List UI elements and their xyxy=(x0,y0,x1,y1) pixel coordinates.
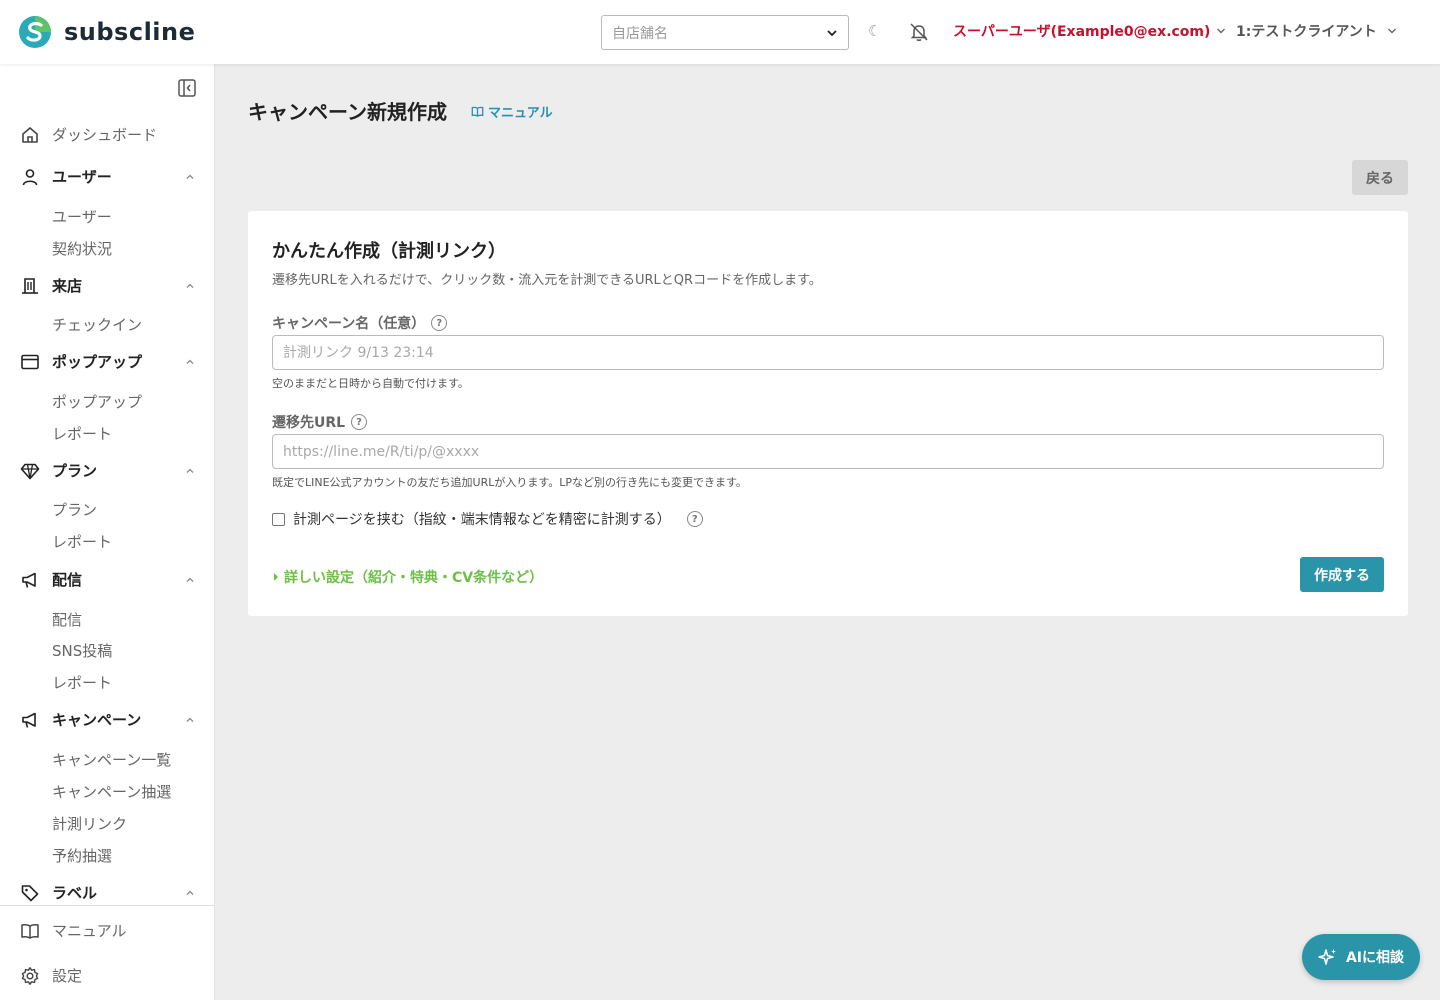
sidebar-section-label: ラベル xyxy=(52,884,98,902)
sidebar-item-popup[interactable]: ポップアップ xyxy=(52,391,142,412)
sidebar-item-delivery-report[interactable]: レポート xyxy=(52,672,112,693)
back-button[interactable]: 戻る xyxy=(1352,160,1408,195)
user-menu-label: スーパーユーザ(Example0@ex.com) xyxy=(953,24,1211,40)
chevron-up-icon xyxy=(186,890,194,895)
sidebar-item-delivery[interactable]: 配信 xyxy=(52,609,82,630)
sidebar-item-campaign-list[interactable]: キャンペーン一覧 xyxy=(52,749,171,770)
megaphone-icon xyxy=(20,710,40,730)
sidebar-item-label: ダッシュボード xyxy=(52,126,158,144)
advanced-settings-toggle[interactable]: 詳しい設定（紹介・特典・CV条件など） xyxy=(272,567,543,587)
chevron-up-icon xyxy=(186,468,194,473)
card-title: かんたん作成（計測リンク） xyxy=(272,241,506,262)
page-title: キャンペーン新規作成 xyxy=(248,100,447,124)
sidebar-item-plan-report[interactable]: レポート xyxy=(52,531,112,552)
sidebar-section-label: 来店 xyxy=(52,277,83,295)
tracking-page-option[interactable]: 計測ページを挟む（指紋・端末情報などを精密に計測する） ? xyxy=(272,509,703,529)
megaphone-icon xyxy=(20,570,40,590)
subscline-logo-icon xyxy=(19,16,51,48)
sidebar-section-delivery[interactable]: 配信 xyxy=(20,569,195,590)
sidebar-item-plan[interactable]: プラン xyxy=(52,499,97,520)
user-menu[interactable]: スーパーユーザ(Example0@ex.com) xyxy=(953,21,1226,41)
help-icon[interactable]: ? xyxy=(431,315,448,331)
sparkle-icon xyxy=(1318,949,1336,965)
sidebar-section-label-group[interactable]: ラベル xyxy=(20,882,195,903)
help-icon[interactable]: ? xyxy=(351,414,368,430)
chevron-down-icon xyxy=(1387,28,1396,34)
sidebar-section-label: ユーザー xyxy=(52,168,112,186)
campaign-name-label: キャンペーン名（任意） ? xyxy=(272,313,448,333)
diamond-icon xyxy=(20,461,40,481)
sidebar-section-label: プラン xyxy=(52,462,98,480)
sidebar-item-sns-post[interactable]: SNS投稿 xyxy=(52,640,112,661)
sidebar-item-checkin[interactable]: チェックイン xyxy=(52,314,142,335)
sidebar-section-campaign[interactable]: キャンペーン xyxy=(20,709,195,730)
home-icon xyxy=(20,125,40,145)
sidebar-section-plan[interactable]: プラン xyxy=(20,460,195,481)
store-select[interactable]: 自店舗名 xyxy=(601,15,849,50)
ai-consult-button[interactable]: AIに相談 xyxy=(1302,934,1420,980)
quick-create-card: かんたん作成（計測リンク） 遷移先URLを入れるだけで、クリック数・流入元を計測… xyxy=(248,211,1408,616)
sidebar-item-popup-report[interactable]: レポート xyxy=(52,423,112,444)
url-hint: 既定でLINE公式アカウントの友だち追加URLが入ります。LPなど別の行き先にも… xyxy=(272,476,747,489)
chevron-up-icon xyxy=(186,717,194,722)
destination-url-input[interactable] xyxy=(272,434,1384,469)
client-menu-label: 1:テストクライアント xyxy=(1236,24,1377,40)
sidebar-item-reservation-lottery[interactable]: 予約抽選 xyxy=(52,845,112,866)
chevron-down-icon xyxy=(1217,28,1226,34)
sidebar-section-popup[interactable]: ポップアップ xyxy=(20,351,195,372)
book-icon xyxy=(471,106,484,117)
chevron-up-icon xyxy=(186,577,194,582)
window-icon xyxy=(20,352,40,372)
campaign-name-input[interactable] xyxy=(272,335,1384,370)
chevron-up-icon xyxy=(186,283,194,288)
user-icon xyxy=(20,167,40,187)
sidebar-item-contracts[interactable]: 契約状況 xyxy=(52,238,112,259)
url-label-text: 遷移先URL xyxy=(272,415,346,431)
tracking-page-checkbox-label: 計測ページを挟む（指紋・端末情報などを精密に計測する） xyxy=(293,512,671,528)
client-menu[interactable]: 1:テストクライアント xyxy=(1236,21,1397,41)
sidebar-section-visits[interactable]: 来店 xyxy=(20,275,195,296)
dark-mode-icon[interactable]: ☾ xyxy=(868,22,881,40)
chevron-down-icon xyxy=(827,29,837,36)
manual-link[interactable]: マニュアル xyxy=(471,102,553,121)
sidebar-item-manual[interactable]: マニュアル xyxy=(20,920,195,941)
advanced-settings-label: 詳しい設定（紹介・特典・CV条件など） xyxy=(284,570,544,586)
sidebar-section-label: 配信 xyxy=(52,571,83,589)
sidebar-item-tracking-link[interactable]: 計測リンク xyxy=(52,813,127,834)
building-icon xyxy=(20,276,40,296)
url-label: 遷移先URL ? xyxy=(272,412,368,432)
book-icon xyxy=(20,921,40,941)
create-button[interactable]: 作成する xyxy=(1300,557,1384,592)
caret-right-icon xyxy=(274,573,278,581)
sidebar-section-users[interactable]: ユーザー xyxy=(20,166,195,187)
manual-link-label: マニュアル xyxy=(488,106,553,121)
sidebar-section-label: ポップアップ xyxy=(52,353,143,371)
campaign-name-hint: 空のままだと日時から自動で付けます。 xyxy=(272,377,469,390)
chevron-up-icon xyxy=(186,174,194,179)
store-select-placeholder: 自店舗名 xyxy=(612,25,668,42)
chevron-up-icon xyxy=(186,359,194,364)
campaign-name-label-text: キャンペーン名（任意） xyxy=(272,316,426,332)
notification-off-icon[interactable] xyxy=(908,21,930,43)
top-header: subscline 自店舗名 ☾ スーパーユーザ(Example0@ex.com… xyxy=(0,0,1440,64)
sidebar-item-campaign-lottery[interactable]: キャンペーン抽選 xyxy=(52,781,171,802)
sidebar-item-label: 設定 xyxy=(52,967,83,985)
sidebar-footer: マニュアル 設定 xyxy=(0,905,214,1000)
sidebar-section-label: キャンペーン xyxy=(52,711,142,729)
help-icon[interactable]: ? xyxy=(686,511,703,527)
sidebar-collapse-icon[interactable] xyxy=(177,78,197,98)
tag-icon xyxy=(20,883,40,903)
brand-name: subscline xyxy=(64,18,196,46)
sidebar-item-label: マニュアル xyxy=(52,922,127,940)
ai-consult-label: AIに相談 xyxy=(1345,950,1405,966)
sidebar: ダッシュボード ユーザー ユーザー 契約状況 来店 チェックイン ポップアップ … xyxy=(0,64,215,1000)
tracking-page-checkbox[interactable] xyxy=(272,512,285,526)
sidebar-item-settings[interactable]: 設定 xyxy=(20,965,195,986)
card-description: 遷移先URLを入れるだけで、クリック数・流入元を計測できるURLとQRコードを作… xyxy=(272,273,822,288)
gear-icon xyxy=(20,966,40,986)
brand-logo[interactable]: subscline xyxy=(16,14,195,50)
sidebar-item-dashboard[interactable]: ダッシュボード xyxy=(20,124,195,145)
sidebar-item-users[interactable]: ユーザー xyxy=(52,206,112,227)
